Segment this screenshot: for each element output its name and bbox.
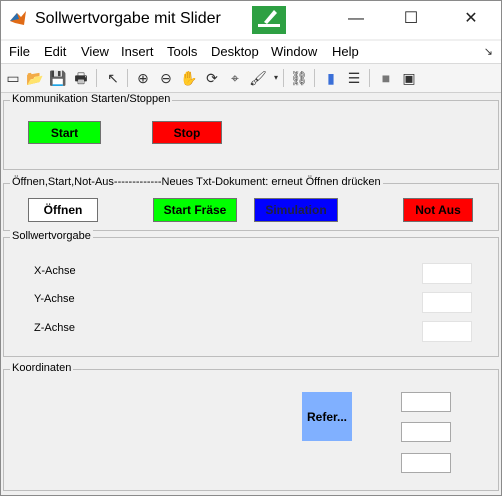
simulation-button[interactable]: Simulation: [254, 198, 338, 222]
pointer-icon[interactable]: ↖: [104, 69, 122, 87]
menu-edit[interactable]: Edit: [44, 44, 66, 59]
stop-button[interactable]: Stop: [152, 121, 222, 144]
new-file-icon[interactable]: ▭: [4, 69, 22, 87]
toolbar-separator: [283, 69, 284, 87]
zoom-in-icon[interactable]: ⊕: [134, 69, 152, 87]
minimize-button[interactable]: —: [341, 7, 371, 31]
toolbar-separator: [314, 69, 315, 87]
start-mill-button[interactable]: Start Fräse: [153, 198, 237, 222]
rotate-3d-icon[interactable]: ⟳: [203, 69, 221, 87]
panel-title: Öffnen,Start,Not-Aus-------------Neues T…: [10, 176, 383, 188]
zoom-out-icon[interactable]: ⊖: [157, 69, 175, 87]
link-icon[interactable]: ⛓: [290, 69, 308, 87]
x-axis-field[interactable]: [422, 263, 472, 284]
z-axis-field[interactable]: [422, 321, 472, 342]
panel-title: Koordinaten: [10, 362, 74, 374]
menu-view[interactable]: View: [81, 44, 109, 59]
menu-help[interactable]: Help: [332, 44, 359, 59]
z-axis-label: Z-Achse: [34, 322, 75, 334]
toolbar-separator: [96, 69, 97, 87]
y-axis-field[interactable]: [422, 292, 472, 313]
coordinate-field-1[interactable]: [401, 392, 451, 412]
coordinate-field-2[interactable]: [401, 422, 451, 442]
show-plot-tools-icon[interactable]: ▣: [400, 69, 418, 87]
hide-plot-tools-icon[interactable]: ■: [377, 69, 395, 87]
save-icon[interactable]: 💾: [49, 69, 67, 87]
menu-tools[interactable]: Tools: [167, 44, 197, 59]
coordinate-field-3[interactable]: [401, 453, 451, 473]
title-bar: Sollwertvorgabe mit Slider — ☐ ✕: [1, 1, 501, 39]
open-folder-icon[interactable]: 📂: [26, 69, 44, 87]
toolbar: ▭ 📂 💾 🖶 ↖ ⊕ ⊖ ✋ ⟳ ⌖ 🖌 ▾ ⛓ ▮ ☰ ■ ▣: [1, 63, 501, 93]
data-cursor-icon[interactable]: ⌖: [226, 69, 244, 87]
print-icon[interactable]: 🖶: [72, 69, 90, 87]
menu-window[interactable]: Window: [271, 44, 317, 59]
window-title: Sollwertvorgabe mit Slider: [35, 10, 221, 27]
legend-icon[interactable]: ☰: [345, 69, 363, 87]
matlab-icon: [10, 11, 26, 25]
reference-button[interactable]: Refer...: [302, 392, 352, 441]
menu-desktop[interactable]: Desktop: [211, 44, 259, 59]
figure-edit-icon[interactable]: [252, 6, 286, 34]
emergency-stop-button[interactable]: Not Aus: [403, 198, 473, 222]
panel-open-start-emergency: Öffnen,Start,Not-Aus-------------Neues T…: [3, 176, 499, 231]
panel-title: Kommunikation Starten/Stoppen: [10, 93, 173, 105]
menu-file[interactable]: File: [9, 44, 30, 59]
y-axis-label: Y-Achse: [34, 293, 75, 305]
dock-arrow-icon[interactable]: ↘: [484, 45, 493, 58]
toolbar-separator: [127, 69, 128, 87]
brush-icon[interactable]: 🖌: [249, 69, 267, 87]
close-button[interactable]: ✕: [456, 7, 486, 31]
panel-coordinates: Koordinaten Refer...: [3, 362, 499, 491]
start-button[interactable]: Start: [28, 121, 101, 144]
toolbar-separator: [369, 69, 370, 87]
menu-insert[interactable]: Insert: [121, 44, 154, 59]
panel-setpoint: Sollwertvorgabe X-Achse Y-Achse Z-Achse: [3, 230, 499, 357]
maximize-button[interactable]: ☐: [396, 7, 426, 31]
pan-hand-icon[interactable]: ✋: [180, 69, 198, 87]
figure-window: Sollwertvorgabe mit Slider — ☐ ✕ File Ed…: [0, 0, 502, 496]
open-button[interactable]: Öffnen: [28, 198, 98, 222]
colorbar-icon[interactable]: ▮: [322, 69, 340, 87]
menu-bar: File Edit View Insert Tools Desktop Wind…: [1, 41, 501, 63]
x-axis-label: X-Achse: [34, 265, 76, 277]
panel-communication: Kommunikation Starten/Stoppen Start Stop: [3, 93, 499, 170]
panel-title: Sollwertvorgabe: [10, 230, 93, 242]
